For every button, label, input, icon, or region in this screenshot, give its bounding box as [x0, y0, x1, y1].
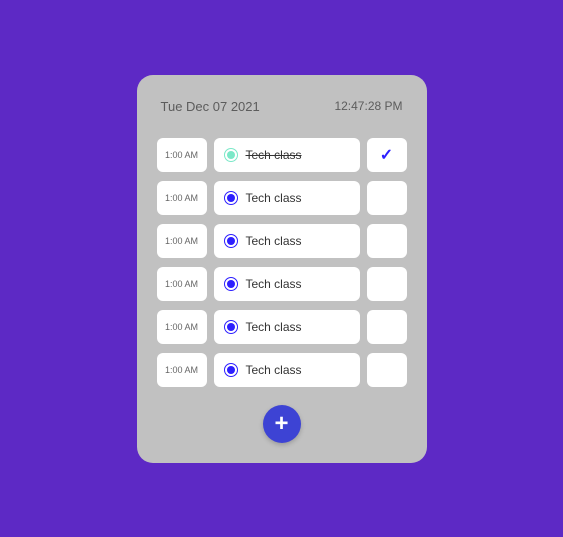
radio-icon[interactable]: [224, 191, 238, 205]
task-label: Tech class: [246, 320, 302, 334]
task-time: 1:00 AM: [157, 310, 207, 344]
task-check-button[interactable]: [367, 267, 407, 301]
task-check-button[interactable]: [367, 181, 407, 215]
radio-inner-icon: [227, 194, 235, 202]
radio-icon[interactable]: [224, 148, 238, 162]
task-label: Tech class: [246, 234, 302, 248]
time-label: 12:47:28 PM: [334, 99, 402, 113]
task-label: Tech class: [246, 277, 302, 291]
task-label: Tech class: [246, 148, 302, 162]
task-check-button[interactable]: [367, 353, 407, 387]
check-icon: ✓: [380, 145, 393, 165]
task-row: 1:00 AM Tech class ✓: [157, 138, 407, 172]
task-time: 1:00 AM: [157, 181, 207, 215]
radio-inner-icon: [227, 366, 235, 374]
task-row: 1:00 AM Tech class: [157, 310, 407, 344]
radio-inner-icon: [227, 280, 235, 288]
task-row: 1:00 AM Tech class: [157, 267, 407, 301]
task-check-button[interactable]: [367, 224, 407, 258]
radio-icon[interactable]: [224, 320, 238, 334]
task-item[interactable]: Tech class: [214, 138, 360, 172]
task-item[interactable]: Tech class: [214, 310, 360, 344]
date-label: Tue Dec 07 2021: [161, 99, 260, 114]
task-label: Tech class: [246, 363, 302, 377]
radio-inner-icon: [227, 323, 235, 331]
task-list: 1:00 AMTech class✓1:00 AMTech class1:00 …: [157, 138, 407, 387]
radio-inner-icon: [227, 151, 235, 159]
task-time: 1:00 AM: [157, 353, 207, 387]
radio-inner-icon: [227, 237, 235, 245]
task-item[interactable]: Tech class: [214, 181, 360, 215]
task-row: 1:00 AM Tech class: [157, 224, 407, 258]
add-task-button[interactable]: +: [263, 405, 301, 443]
header: Tue Dec 07 2021 12:47:28 PM: [157, 99, 407, 114]
plus-icon: +: [274, 412, 288, 436]
add-button-container: +: [157, 405, 407, 443]
todo-card: Tue Dec 07 2021 12:47:28 PM 1:00 AM Tech …: [137, 75, 427, 463]
task-time: 1:00 AM: [157, 138, 207, 172]
radio-icon[interactable]: [224, 277, 238, 291]
task-label: Tech class: [246, 191, 302, 205]
task-item[interactable]: Tech class: [214, 224, 360, 258]
task-check-button[interactable]: ✓: [367, 138, 407, 172]
task-item[interactable]: Tech class: [214, 353, 360, 387]
radio-icon[interactable]: [224, 363, 238, 377]
task-item[interactable]: Tech class: [214, 267, 360, 301]
task-time: 1:00 AM: [157, 267, 207, 301]
radio-icon[interactable]: [224, 234, 238, 248]
task-row: 1:00 AM Tech class: [157, 181, 407, 215]
task-time: 1:00 AM: [157, 224, 207, 258]
task-row: 1:00 AM Tech class: [157, 353, 407, 387]
task-check-button[interactable]: [367, 310, 407, 344]
